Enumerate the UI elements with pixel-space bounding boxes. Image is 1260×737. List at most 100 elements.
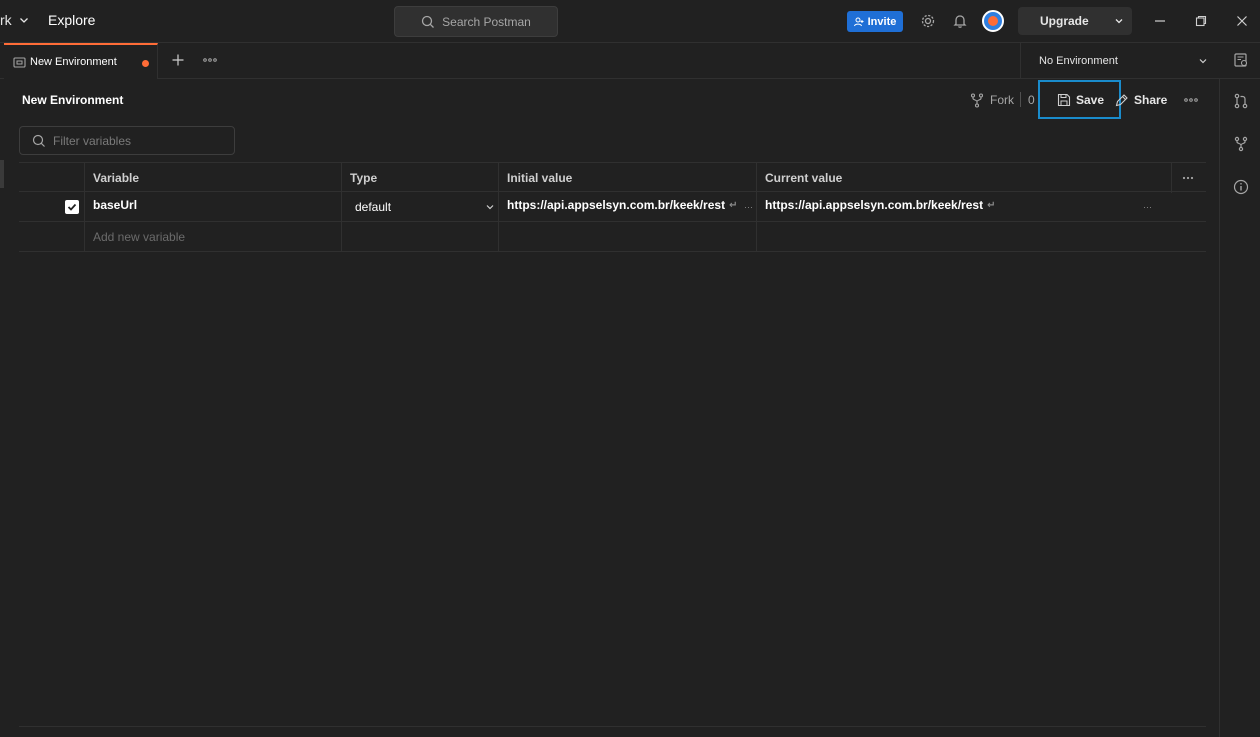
share-label: Share (1134, 93, 1168, 107)
search-postman-button[interactable]: Search Postman (394, 6, 558, 37)
filter-variables-input[interactable] (53, 133, 223, 148)
git-fork-icon (1234, 136, 1248, 152)
search-label: Search Postman (442, 14, 531, 29)
filter-variables-field[interactable] (19, 126, 235, 155)
unsaved-indicator (142, 60, 149, 67)
check-icon (67, 203, 77, 211)
chevron-down-icon (19, 18, 28, 23)
column-divider (341, 222, 342, 252)
top-bar: rk Explore Search Postman Invite Upgrade (0, 0, 1260, 43)
more-icon (203, 58, 217, 62)
column-divider (756, 222, 757, 252)
tab-label: New Environment (30, 56, 117, 68)
settings-button[interactable] (919, 12, 937, 30)
current-value-cell[interactable]: https://api.appselsyn.com.br/keek/rest ↵ (765, 190, 995, 220)
tab-bar: New Environment No Environment (0, 43, 1260, 79)
table-options-button[interactable] (1182, 163, 1194, 193)
checkbox[interactable] (65, 200, 79, 214)
expand-current-value-button[interactable]: ··· (1143, 202, 1152, 212)
column-divider (84, 222, 85, 252)
save-icon (1057, 93, 1071, 106)
column-divider (498, 163, 499, 193)
type-select[interactable]: default (355, 192, 495, 222)
avatar[interactable] (982, 10, 1004, 32)
variable-enabled-checkbox[interactable] (65, 192, 79, 222)
column-divider (341, 163, 342, 193)
newline-icon: ↵ (729, 199, 738, 211)
info-icon (1233, 179, 1249, 195)
pull-request-icon (1234, 93, 1248, 109)
share-icon (1115, 94, 1128, 107)
minimize-icon (1155, 20, 1165, 22)
invite-user-icon (853, 17, 864, 26)
column-divider (84, 192, 85, 222)
environment-options-button[interactable] (1184, 92, 1198, 108)
settings-icon (921, 14, 935, 28)
explore-link[interactable]: Explore (48, 12, 95, 28)
expand-initial-value-button[interactable]: ··· (744, 202, 753, 212)
column-divider (756, 192, 757, 222)
fork-count[interactable]: 0 (1028, 93, 1035, 107)
column-header-type: Type (350, 171, 378, 185)
add-new-variable-input[interactable]: Add new variable (93, 222, 185, 252)
notifications-button[interactable] (951, 12, 969, 30)
current-value-text: https://api.appselsyn.com.br/keek/rest (765, 198, 984, 212)
workspaces-menu[interactable]: rk (0, 12, 30, 28)
column-divider (84, 163, 85, 193)
column-header-variable: Variable (93, 171, 140, 185)
close-icon (1237, 16, 1247, 26)
fork-label: Fork (990, 93, 1014, 107)
column-divider (498, 192, 499, 222)
invite-button[interactable]: Invite (847, 11, 903, 32)
table-header-row: Variable Type Initial value Current valu… (19, 162, 1206, 193)
fork-button[interactable]: Fork (970, 91, 1014, 109)
column-divider (1171, 163, 1172, 193)
restore-button[interactable] (1192, 12, 1210, 30)
variable-name-cell[interactable]: baseUrl (93, 190, 137, 220)
initial-value-text: https://api.appselsyn.com.br/keek/rest (507, 198, 726, 212)
search-icon (32, 134, 45, 147)
invite-label: Invite (867, 15, 897, 28)
save-button[interactable]: Save (1038, 80, 1121, 119)
environment-selector-label: No Environment (1039, 55, 1118, 67)
environment-quicklook-icon (1234, 53, 1248, 67)
fork-icon (970, 92, 984, 108)
restore-icon (1195, 15, 1207, 27)
column-divider (756, 163, 757, 193)
chevron-down-icon (1115, 19, 1123, 24)
more-icon (1182, 176, 1194, 180)
content-bottom-divider (19, 726, 1206, 727)
environment-title[interactable]: New Environment (22, 93, 123, 107)
more-icon (1184, 98, 1198, 102)
table-row: baseUrl default https://api.appselsyn.co… (19, 192, 1206, 222)
sidebar-collapse-edge[interactable] (0, 160, 4, 188)
column-header-initial-value: Initial value (507, 171, 573, 185)
fork-divider (1020, 92, 1021, 107)
tab-new-environment[interactable]: New Environment (4, 43, 158, 79)
column-divider (341, 192, 342, 222)
type-select-value: default (355, 200, 392, 214)
plus-icon (172, 54, 184, 66)
chevron-down-icon (486, 205, 494, 210)
info-button[interactable] (1232, 178, 1250, 196)
close-window-button[interactable] (1233, 12, 1251, 30)
minimize-button[interactable] (1151, 12, 1169, 30)
bell-icon (953, 15, 967, 28)
environment-quicklook-button[interactable] (1233, 52, 1251, 70)
share-button[interactable]: Share (1115, 91, 1167, 109)
upgrade-label: Upgrade (1040, 14, 1089, 28)
pull-requests-button[interactable] (1232, 92, 1250, 110)
avatar-dot (988, 16, 998, 26)
upgrade-button[interactable]: Upgrade (1018, 7, 1132, 35)
initial-value-cell[interactable]: https://api.appselsyn.com.br/keek/rest ↵ (507, 190, 737, 220)
environment-selector[interactable]: No Environment (1020, 43, 1218, 79)
new-tab-button[interactable] (170, 52, 186, 68)
table-row-new: Add new variable (19, 222, 1206, 252)
right-sidebar (1219, 79, 1260, 737)
forks-button[interactable] (1232, 135, 1250, 153)
search-icon (421, 15, 435, 28)
tab-options-button[interactable] (203, 52, 217, 68)
workspaces-label: rk (0, 12, 12, 28)
environment-icon (13, 56, 26, 68)
save-label: Save (1076, 92, 1105, 107)
